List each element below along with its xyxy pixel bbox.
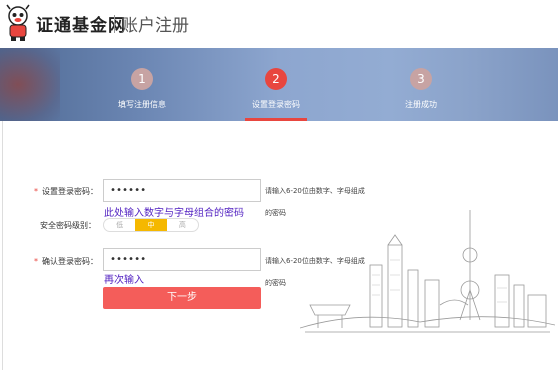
step-1-number: 1	[131, 68, 153, 90]
password-hint-line1: 请输入6-20位由数字、字母组成	[265, 187, 365, 195]
password-input[interactable]: ••••••	[103, 179, 261, 202]
step-1-label: 填写注册信息	[118, 100, 166, 109]
required-asterisk: *	[34, 257, 38, 266]
step-2-label: 设置登录密码	[252, 100, 300, 109]
password-label: 设置登录密码：	[42, 187, 98, 196]
active-step-indicator	[245, 118, 307, 121]
required-asterisk: *	[34, 187, 38, 196]
step-banner: 1 填写注册信息 2 设置登录密码 3 注册成功	[0, 48, 558, 121]
confirm-label: 确认登录密码：	[42, 257, 98, 266]
step-2: 2 设置登录密码	[240, 68, 312, 110]
confirm-note: 再次输入	[104, 275, 144, 286]
logo-mascot-icon	[6, 4, 30, 41]
banner-decoration	[0, 48, 60, 121]
confirm-label-row: * 确认登录密码：	[34, 256, 98, 267]
strength-label: 安全密码级别：	[40, 221, 96, 230]
step-3-number: 3	[410, 68, 432, 90]
brand-name: 证通基金网	[36, 16, 126, 36]
page-title: 账户注册	[121, 16, 189, 36]
step-3-label: 注册成功	[405, 100, 437, 109]
city-skyline-illustration	[300, 210, 555, 333]
header-divider	[114, 15, 115, 33]
step-1: 1 填写注册信息	[112, 68, 172, 110]
step-3: 3 注册成功	[391, 68, 451, 110]
header: 证通基金网 账户注册	[0, 0, 558, 48]
password-strength-meter: 低 中 高	[103, 218, 199, 232]
password-label-row: * 设置登录密码：	[34, 186, 98, 197]
strength-high: 高	[178, 221, 186, 229]
confirm-password-input[interactable]: ••••••	[103, 248, 261, 271]
content-left-border	[2, 121, 3, 370]
step-2-number: 2	[265, 68, 287, 90]
strength-medium: 中	[135, 219, 167, 231]
next-step-button[interactable]: 下一步	[103, 287, 261, 309]
password-note: 此处输入数字与字母组合的密码	[104, 208, 244, 219]
strength-low: 低	[116, 221, 124, 229]
